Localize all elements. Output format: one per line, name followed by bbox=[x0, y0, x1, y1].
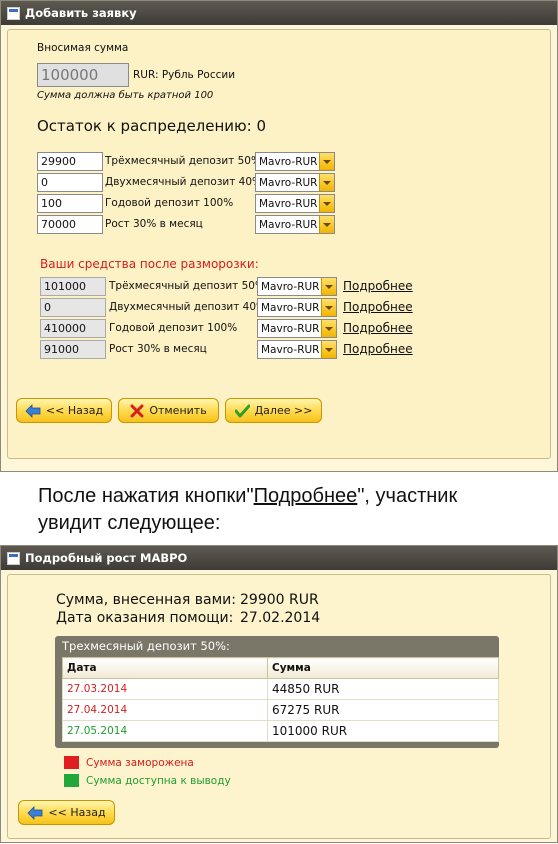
details-link-year[interactable]: Подробнее bbox=[343, 321, 413, 335]
column-header-sum: Сумма bbox=[267, 657, 499, 679]
window-title: Добавить заявку bbox=[25, 6, 137, 20]
details-link-growth[interactable]: Подробнее bbox=[343, 342, 413, 356]
after-3m-value: 101000 bbox=[40, 277, 106, 296]
window-icon bbox=[7, 551, 20, 565]
select-value: Mavro-RUR bbox=[259, 198, 318, 210]
deposit-year-input[interactable]: 100 bbox=[37, 194, 103, 213]
after-3m-label: Трёхмесячный депозит 50% bbox=[109, 280, 265, 292]
next-button-label: Далее >> bbox=[254, 404, 313, 417]
deposit-year-label: Годовой депозит 100% bbox=[105, 197, 234, 209]
available-legend-label: Сумма доступна к выводу bbox=[86, 775, 231, 787]
arrow-left-icon bbox=[27, 805, 43, 820]
instruction-caption: После нажатия кнопки"Подробнее", участни… bbox=[38, 483, 457, 537]
next-button[interactable]: Далее >> bbox=[225, 398, 322, 423]
details-panel: Сумма, внесенная вами: 29900 RUR Дата ок… bbox=[7, 574, 551, 839]
details-link-2m[interactable]: Подробнее bbox=[343, 300, 413, 314]
back-button-label: << Назад bbox=[45, 404, 104, 417]
after-2m-value: 0 bbox=[40, 298, 106, 317]
date-value: 27.02.2014 bbox=[240, 610, 321, 626]
after-growth-label: Рост 30% в месяц bbox=[109, 343, 207, 355]
deposit-3m-select[interactable]: Mavro-RUR bbox=[255, 152, 335, 171]
row-sum: 44850 RUR bbox=[267, 678, 499, 700]
after-unfreeze-label: Ваши средства после разморозки: bbox=[40, 257, 259, 271]
window-titlebar: Добавить заявку bbox=[1, 1, 557, 25]
deposit-table: Дата Сумма 27.03.2014 44850 RUR 27.04.20… bbox=[62, 657, 499, 742]
table-header-row: Дата Сумма bbox=[62, 657, 499, 679]
select-value: Mavro-RUR bbox=[261, 344, 320, 356]
cancel-button-label: Отменить bbox=[149, 404, 207, 417]
date-label: Дата оказания помощи: bbox=[56, 610, 234, 626]
growth-30-select[interactable]: Mavro-RUR bbox=[255, 215, 335, 234]
remainder-label: Остаток к распределению: 0 bbox=[37, 117, 267, 135]
amount-label: Вносимая сумма bbox=[37, 42, 129, 54]
select-value: Mavro-RUR bbox=[259, 219, 318, 231]
deposit-3m-input[interactable]: 29900 bbox=[37, 152, 103, 171]
deposit-year-select[interactable]: Mavro-RUR bbox=[255, 194, 335, 213]
row-sum: 67275 RUR bbox=[267, 699, 499, 721]
growth-30-input[interactable]: 70000 bbox=[37, 215, 103, 234]
arrow-left-icon bbox=[25, 403, 41, 418]
table-row[interactable]: 27.03.2014 44850 RUR bbox=[62, 678, 499, 700]
chevron-down-icon[interactable] bbox=[319, 153, 334, 170]
form-panel: Вносимая сумма 100000 RUR: Рубль России … bbox=[7, 29, 551, 459]
check-icon bbox=[234, 404, 250, 417]
currency-label: RUR: Рубль России bbox=[133, 69, 236, 81]
table-row[interactable]: 27.04.2014 67275 RUR bbox=[62, 699, 499, 721]
select-value: Mavro-RUR bbox=[261, 281, 320, 293]
cancel-button[interactable]: Отменить bbox=[118, 398, 219, 423]
amount-input[interactable]: 100000 bbox=[37, 63, 129, 87]
after-2m-select[interactable]: Mavro-RUR bbox=[257, 298, 337, 317]
close-icon bbox=[130, 404, 144, 417]
sum-label: Сумма, внесенная вами: bbox=[56, 592, 236, 608]
chevron-down-icon[interactable] bbox=[319, 195, 334, 212]
caption-link-word: Подробнее bbox=[253, 485, 358, 507]
after-year-label: Годовой депозит 100% bbox=[109, 322, 238, 334]
chevron-down-icon[interactable] bbox=[319, 174, 334, 191]
deposit-2m-input[interactable]: 0 bbox=[37, 173, 103, 192]
chevron-down-icon[interactable] bbox=[321, 299, 336, 316]
deposit-2m-select[interactable]: Mavro-RUR bbox=[255, 173, 335, 192]
back-button-label: << Назад bbox=[48, 806, 106, 819]
after-growth-value: 91000 bbox=[40, 340, 106, 359]
sum-value: 29900 RUR bbox=[240, 592, 319, 608]
back-button[interactable]: << Назад bbox=[18, 800, 115, 825]
after-growth-select[interactable]: Mavro-RUR bbox=[257, 340, 337, 359]
window-titlebar: Подробный рост МАВРО bbox=[1, 546, 557, 570]
deposit-3m-label: Трёхмесячный депозит 50% bbox=[105, 155, 261, 167]
chevron-down-icon[interactable] bbox=[319, 216, 334, 233]
available-legend-swatch bbox=[64, 774, 79, 787]
window-title: Подробный рост МАВРО bbox=[25, 551, 188, 565]
select-value: Mavro-RUR bbox=[261, 323, 320, 335]
back-button[interactable]: << Назад bbox=[16, 398, 112, 423]
window-icon bbox=[7, 6, 20, 20]
growth-30-label: Рост 30% в месяц bbox=[105, 218, 203, 230]
after-year-value: 410000 bbox=[40, 319, 106, 338]
after-3m-select[interactable]: Mavro-RUR bbox=[257, 277, 337, 296]
amount-hint: Сумма должна быть кратной 100 bbox=[37, 90, 214, 101]
after-2m-label: Двухмесячный депозит 40% bbox=[109, 301, 267, 313]
details-window: Подробный рост МАВРО Сумма, внесенная ва… bbox=[0, 545, 558, 843]
chevron-down-icon[interactable] bbox=[321, 341, 336, 358]
caption-text-line2: увидит следующее: bbox=[38, 512, 221, 534]
row-date: 27.03.2014 bbox=[62, 678, 268, 700]
caption-text-end: ", участник bbox=[357, 485, 458, 507]
deposit-2m-label: Двухмесячный депозит 40% bbox=[105, 176, 263, 188]
row-sum: 101000 RUR bbox=[267, 720, 499, 742]
select-value: Mavro-RUR bbox=[259, 156, 318, 168]
select-value: Mavro-RUR bbox=[261, 302, 320, 314]
row-date: 27.05.2014 bbox=[62, 720, 268, 742]
after-year-select[interactable]: Mavro-RUR bbox=[257, 319, 337, 338]
add-request-window: Добавить заявку Вносимая сумма 100000 RU… bbox=[0, 0, 558, 472]
select-value: Mavro-RUR bbox=[259, 177, 318, 189]
details-link-3m[interactable]: Подробнее bbox=[343, 279, 413, 293]
chevron-down-icon[interactable] bbox=[321, 278, 336, 295]
table-row[interactable]: 27.05.2014 101000 RUR bbox=[62, 720, 499, 742]
caption-text-start: После нажатия кнопки" bbox=[38, 485, 254, 507]
frozen-legend-label: Сумма заморожена bbox=[86, 757, 194, 769]
row-date: 27.04.2014 bbox=[62, 699, 268, 721]
table-title: Трехмесяный депозит 50%: bbox=[62, 639, 230, 653]
frozen-legend-swatch bbox=[64, 756, 79, 769]
chevron-down-icon[interactable] bbox=[321, 320, 336, 337]
column-header-date: Дата bbox=[62, 657, 268, 679]
